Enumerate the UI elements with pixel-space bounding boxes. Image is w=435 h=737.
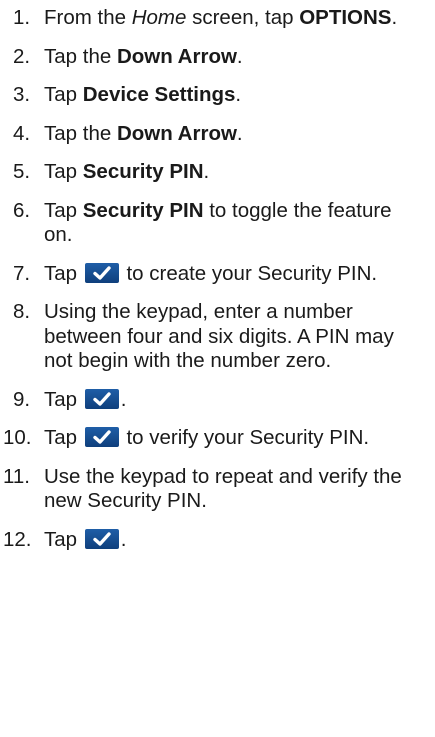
check-icon xyxy=(84,388,119,409)
step-emphasis: Home xyxy=(131,6,187,29)
step-text: screen, tap xyxy=(186,6,300,29)
step-text: . xyxy=(236,121,243,145)
step-text: to create your Security PIN. xyxy=(120,261,378,285)
step-text: . xyxy=(120,387,127,411)
step-keyword: Device Settings xyxy=(82,83,236,106)
step-keyword: Security PIN xyxy=(82,160,204,183)
step-number: 1. xyxy=(13,6,31,29)
step-text: . xyxy=(391,6,398,29)
step-text: . xyxy=(236,44,243,68)
step-text: . xyxy=(203,160,210,183)
instruction-step: 7. Tap to create your Security PIN. xyxy=(0,262,410,287)
instruction-step: 10. Tap to verify your Security PIN. xyxy=(0,426,410,451)
step-text: Tap the xyxy=(44,121,117,145)
step-text: Tap xyxy=(44,387,83,411)
step-text: Tap the xyxy=(44,44,117,68)
instruction-step: 1. From the Home screen, tap OPTIONS. xyxy=(0,6,410,31)
step-text: From the xyxy=(44,6,132,29)
step-number: 3. xyxy=(13,83,31,106)
step-text: . xyxy=(235,83,242,106)
step-text: . xyxy=(120,527,127,551)
check-icon xyxy=(84,262,119,283)
instruction-step: 6. Tap Security PIN to toggle the feature… xyxy=(0,199,410,248)
step-text: Use the keypad to repeat and verify the … xyxy=(44,464,402,513)
instruction-step: 4. Tap the Down Arrow. xyxy=(0,122,410,147)
step-text: Tap xyxy=(44,198,83,222)
instruction-step: 8. Using the keypad, enter a number betwe… xyxy=(0,300,410,374)
step-keyword: Security PIN xyxy=(82,198,204,222)
step-number: 7. xyxy=(13,261,31,285)
step-text: Tap xyxy=(44,160,83,183)
step-number: 5. xyxy=(13,160,31,183)
step-text: Using the keypad, enter a number between… xyxy=(44,300,394,372)
check-icon xyxy=(84,427,119,447)
step-number: 4. xyxy=(13,121,31,145)
step-keyword: Down Arrow xyxy=(116,44,237,68)
instruction-step: 11. Use the keypad to repeat and verify t… xyxy=(0,465,410,514)
step-text: to verify your Security PIN. xyxy=(120,426,370,449)
instruction-step: 12. Tap . xyxy=(0,528,410,553)
instruction-step: 3. Tap Device Settings. xyxy=(0,83,410,108)
step-text: Tap xyxy=(44,527,83,551)
step-text: Tap xyxy=(44,261,83,285)
check-icon xyxy=(84,528,119,549)
step-text: Tap xyxy=(44,426,83,449)
step-number: 12. xyxy=(3,527,32,551)
step-number: 8. xyxy=(13,300,31,323)
step-number: 10. xyxy=(3,426,32,449)
step-keyword: Down Arrow xyxy=(116,121,237,145)
step-text: Tap xyxy=(44,83,83,106)
step-number: 9. xyxy=(13,387,31,411)
step-number: 2. xyxy=(13,44,31,68)
instruction-step: 5. Tap Security PIN. xyxy=(0,160,410,185)
instruction-step: 9. Tap . xyxy=(0,388,410,413)
step-number: 6. xyxy=(13,198,31,222)
instruction-steps: 1. From the Home screen, tap OPTIONS. 2. Ta… xyxy=(0,6,410,566)
step-keyword: OPTIONS xyxy=(299,6,392,29)
step-number: 11. xyxy=(3,464,30,488)
instruction-step: 2. Tap the Down Arrow. xyxy=(0,45,410,70)
